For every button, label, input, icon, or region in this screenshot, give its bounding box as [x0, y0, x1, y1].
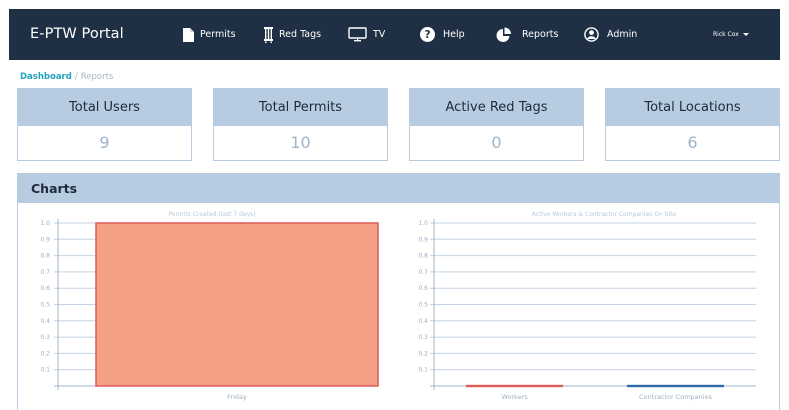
y-tick-label: 0.7 — [418, 269, 428, 276]
y-tick-label: 0.7 — [40, 269, 50, 276]
y-tick-label: 0.8 — [418, 253, 428, 260]
y-tick-label: 0.9 — [40, 236, 50, 243]
x-tick-label: Friday — [227, 393, 247, 401]
y-tick-label: 0.1 — [40, 367, 50, 374]
y-tick-label: 1.0 — [40, 220, 50, 227]
y-tick-label: 0.4 — [40, 318, 50, 325]
y-tick-label: 0.2 — [418, 350, 428, 357]
y-tick-label: 1.0 — [418, 220, 428, 227]
chart-title: Active Workers & Contractor Companies On… — [532, 211, 677, 218]
y-tick-label: 0.6 — [418, 285, 428, 292]
y-tick-label: 0.1 — [418, 367, 428, 374]
y-tick-label: 0.3 — [418, 334, 428, 341]
chart-bar — [627, 384, 724, 388]
y-tick-label: 0.9 — [418, 236, 428, 243]
y-tick-label: 0.8 — [40, 253, 50, 260]
chart-bar — [95, 222, 379, 387]
x-tick-label: Workers — [501, 393, 528, 401]
y-tick-label: 0.6 — [40, 285, 50, 292]
chart-title: Permits Created (last 7 days) — [168, 211, 255, 218]
permits-created-chart: Permits Created (last 7 days) 1.0 0.9 0.8 0.… — [40, 211, 756, 401]
y-tick-label: 0.5 — [40, 302, 50, 309]
chart-bar — [466, 384, 563, 388]
y-tick-label: 0.3 — [40, 334, 50, 341]
x-tick-label: Contractor Companies — [639, 393, 713, 401]
y-tick-label: 0.4 — [418, 318, 428, 325]
y-tick-label: 0.5 — [418, 302, 428, 309]
y-tick-label: 0.2 — [40, 350, 50, 357]
